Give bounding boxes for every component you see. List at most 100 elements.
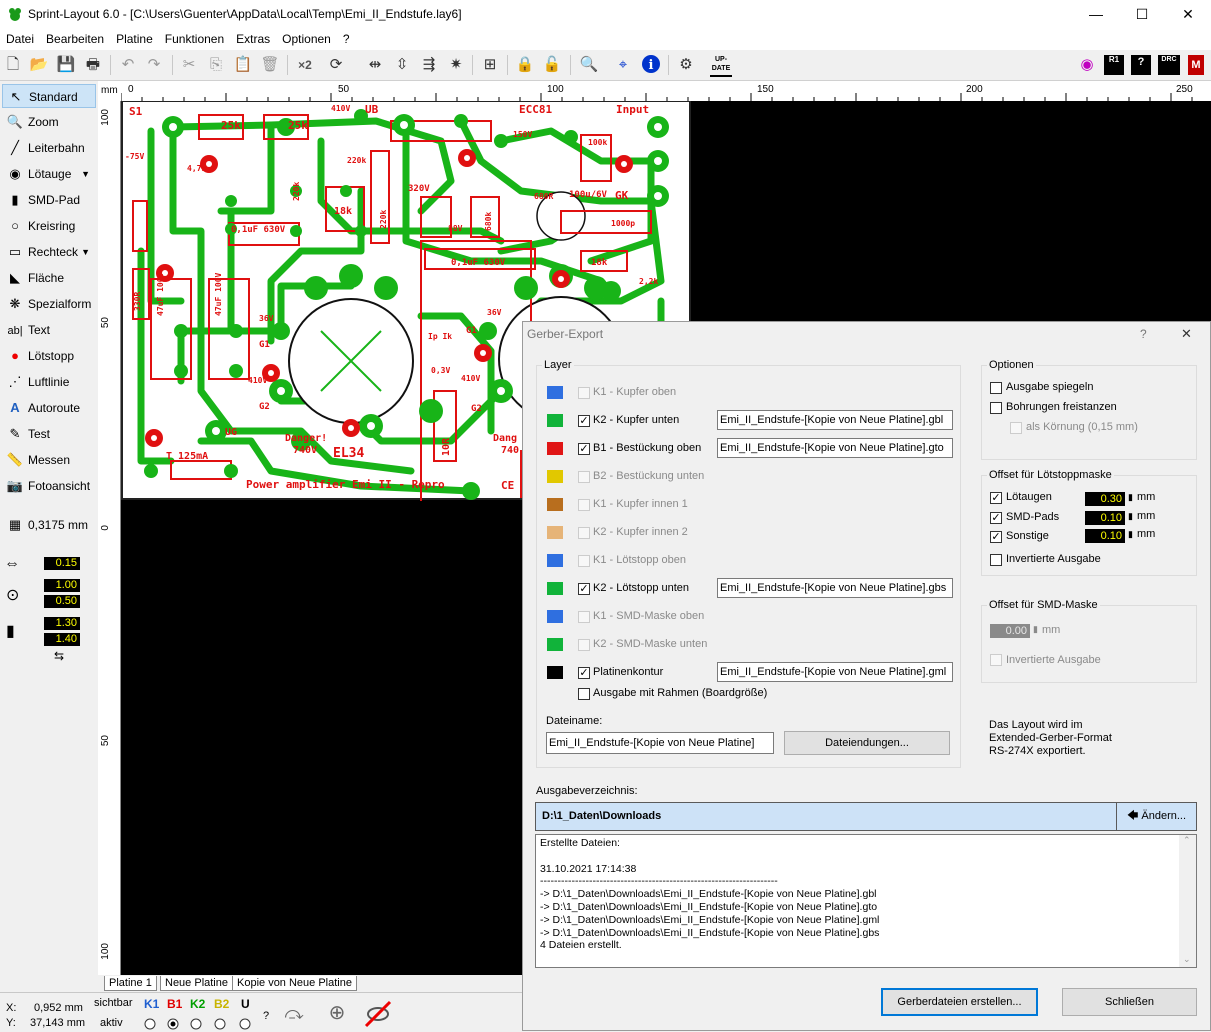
rotate-icon[interactable]: ⟳ — [325, 54, 347, 76]
layer-checkbox[interactable]: ✓ — [578, 443, 590, 455]
tool-fotoansicht[interactable]: 📷 Fotoansicht — [2, 474, 96, 498]
filename-input[interactable]: Emi_II_Endstufe-[Kopie von Neue Platine] — [546, 732, 774, 754]
dialog-close-button[interactable]: ✕ — [1181, 326, 1192, 342]
smd-inverted-checkbox[interactable] — [990, 654, 1002, 666]
mirror-v-icon[interactable]: ⇳ — [391, 54, 413, 76]
maximize-button[interactable]: ☐ — [1119, 0, 1165, 30]
log-scrollbar[interactable]: ⌃ ⌄ — [1179, 835, 1196, 967]
layer-filename-input[interactable]: Emi_II_Endstufe-[Kopie von Neue Platine]… — [717, 410, 953, 430]
layer-checkbox[interactable]: ✓ — [578, 415, 590, 427]
stop-other-checkbox[interactable]: ✓ — [990, 531, 1002, 543]
close-dialog-button[interactable]: Schließen — [1062, 988, 1197, 1016]
layer-filename-input[interactable]: Emi_II_Endstufe-[Kopie von Neue Platine]… — [717, 662, 953, 682]
mirror-h-icon[interactable]: ⇹ — [364, 54, 386, 76]
menu-optionen[interactable]: Optionen — [276, 30, 337, 48]
delete-icon[interactable]: 🗑 — [259, 54, 281, 76]
layer-checkbox[interactable]: ✓ — [578, 667, 590, 679]
layer-b2-radio[interactable] — [214, 1018, 226, 1030]
grain-checkbox[interactable] — [1010, 422, 1022, 434]
tab-platine-1[interactable]: Platine 1 — [104, 976, 157, 991]
frame-checkbox[interactable] — [578, 688, 590, 700]
copy-icon[interactable]: ⎘ — [205, 54, 227, 76]
smd-height-value[interactable]: 1.40 — [44, 633, 80, 646]
layer-k2-radio[interactable] — [190, 1018, 202, 1030]
duplicate-icon[interactable]: ×2 — [294, 54, 316, 76]
layer-checkbox[interactable] — [578, 387, 590, 399]
tool-test[interactable]: ✎ Test — [2, 422, 96, 446]
layer-checkbox[interactable]: ✓ — [578, 583, 590, 595]
properties-icon[interactable]: ? — [1131, 55, 1151, 75]
spin-icon[interactable]: ▮ — [1033, 624, 1038, 635]
file-endings-button[interactable]: Dateiendungen... — [784, 731, 950, 755]
track-width-value[interactable]: 0.15 — [44, 557, 80, 570]
tool-rechteck[interactable]: ▭ Rechteck ▼ — [2, 240, 96, 264]
rubberband-icon[interactable] — [362, 998, 394, 1028]
layer-k1-radio[interactable] — [144, 1018, 156, 1030]
spin-icon[interactable]: ▮ — [1128, 529, 1133, 540]
tool-loetauge[interactable]: ◉ Lötauge ▼ — [2, 162, 96, 186]
layer-u-toggle[interactable]: U — [241, 997, 250, 1011]
undo-icon[interactable]: ↶ — [117, 54, 139, 76]
change-dir-button[interactable]: 🡄 Ändern... — [1116, 802, 1197, 831]
minimize-button[interactable]: — — [1073, 0, 1119, 30]
layer-filename-input[interactable]: Emi_II_Endstufe-[Kopie von Neue Platine]… — [717, 438, 953, 458]
stop-inverted-checkbox[interactable] — [990, 554, 1002, 566]
layer-k2-toggle[interactable]: K2 — [190, 997, 205, 1011]
stop-other-value[interactable]: 0.10 — [1085, 529, 1125, 543]
tool-standard[interactable]: ↖ Standard — [2, 84, 96, 108]
lock-icon[interactable]: 🔒 — [514, 54, 536, 76]
smd-width-value[interactable]: 1.30 — [44, 617, 80, 630]
menu-bearbeiten[interactable]: Bearbeiten — [40, 30, 110, 48]
layer-u-radio[interactable] — [239, 1018, 251, 1030]
dropdown-arrow-icon[interactable]: ▼ — [81, 240, 90, 264]
tool-kreisring[interactable]: ○ Kreisring — [2, 214, 96, 238]
layer-checkbox[interactable] — [578, 639, 590, 651]
tool-text[interactable]: ab| Text — [2, 318, 96, 342]
layer-checkbox[interactable] — [578, 527, 590, 539]
layer-checkbox[interactable] — [578, 555, 590, 567]
snap-icon[interactable]: ⊕ — [322, 998, 352, 1028]
menu-funktionen[interactable]: Funktionen — [159, 30, 230, 48]
component-icon[interactable]: ⊞ — [479, 54, 501, 76]
stop-pads-checkbox[interactable]: ✓ — [990, 492, 1002, 504]
help-icon[interactable]: ? — [263, 1010, 269, 1022]
menu-platine[interactable]: Platine — [110, 30, 159, 48]
layer-checkbox[interactable] — [578, 499, 590, 511]
tool-messen[interactable]: 📏 Messen — [2, 448, 96, 472]
cut-icon[interactable]: ✂ — [178, 54, 200, 76]
align-icon[interactable]: ⇶ — [418, 54, 440, 76]
layer-b1-toggle[interactable]: B1 — [167, 997, 182, 1011]
r1-icon[interactable]: R1 — [1104, 55, 1124, 75]
drc-icon[interactable]: DRC — [1158, 55, 1180, 75]
drill-checkbox[interactable] — [990, 402, 1002, 414]
pad-inner-value[interactable]: 0.50 — [44, 595, 80, 608]
paste-icon[interactable]: 📋 — [232, 54, 254, 76]
menu-help[interactable]: ? — [337, 30, 356, 48]
pad-outer-value[interactable]: 1.00 — [44, 579, 80, 592]
stop-smd-value[interactable]: 0.10 — [1085, 511, 1125, 525]
layer-filename-input[interactable]: Emi_II_Endstufe-[Kopie von Neue Platine]… — [717, 578, 953, 598]
tab-kopie-von-neue-platine[interactable]: Kopie von Neue Platine — [232, 976, 357, 991]
stop-pads-value[interactable]: 0.30 — [1085, 492, 1125, 506]
tool-flaeche[interactable]: ◣ Fläche — [2, 266, 96, 290]
menu-extras[interactable]: Extras — [230, 30, 276, 48]
save-icon[interactable]: 💾 — [55, 54, 77, 76]
tool-spezialform[interactable]: ❋ Spezialform — [2, 292, 96, 316]
magnifier-icon[interactable]: 🔍 — [578, 54, 600, 76]
settings-gear-icon[interactable]: ⚙ — [675, 54, 697, 76]
scroll-up-icon[interactable]: ⌃ — [1183, 835, 1191, 846]
layer-checkbox[interactable] — [578, 611, 590, 623]
new-file-icon[interactable]: 🗋 — [2, 54, 24, 76]
unlock-icon[interactable]: 🔓 — [541, 54, 563, 76]
tool-luftlinie[interactable]: ⋰ Luftlinie — [2, 370, 96, 394]
tab-neue-platine[interactable]: Neue Platine — [160, 976, 233, 991]
create-gerber-button[interactable]: Gerberdateien erstellen... — [881, 988, 1038, 1016]
tool-loetstopp[interactable]: ● Lötstopp — [2, 344, 96, 368]
smd-offset-value[interactable]: 0.00 — [990, 624, 1030, 638]
dialog-help-button[interactable]: ? — [1140, 327, 1147, 341]
update-icon[interactable]: UP-DATE — [710, 55, 732, 77]
tool-smd-pad[interactable]: ▮ SMD-Pad — [2, 188, 96, 212]
redo-icon[interactable]: ↷ — [143, 54, 165, 76]
layer-b2-toggle[interactable]: B2 — [214, 997, 229, 1011]
dropdown-arrow-icon[interactable]: ▼ — [81, 162, 90, 186]
